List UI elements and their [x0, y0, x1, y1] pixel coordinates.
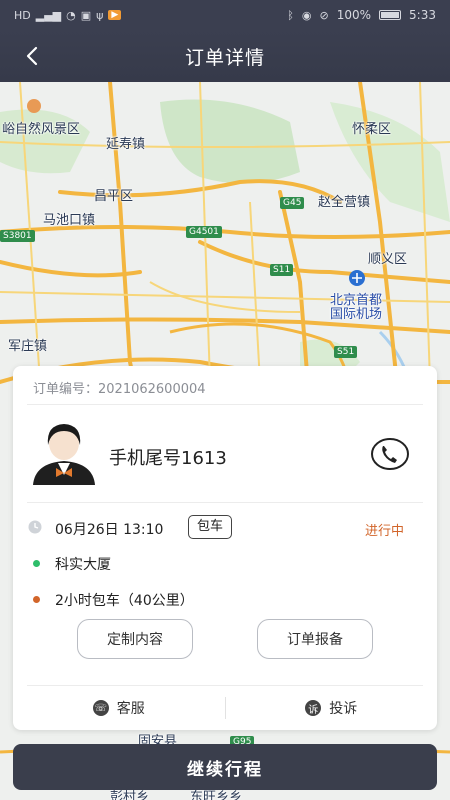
continue-trip-button[interactable]: 继续行程: [13, 744, 437, 790]
chevron-left-icon[interactable]: [18, 42, 46, 70]
order-type-tag: 包车: [188, 515, 233, 539]
map-label-2: 怀柔区: [352, 122, 392, 137]
order-number-label: 订单编号：: [33, 382, 99, 397]
divider: [27, 502, 423, 503]
order-datetime: 06月26日 13:10: [55, 522, 164, 538]
order-number: 2021062600004: [98, 382, 206, 397]
driver-phone-tail: 手机尾号1613: [109, 448, 227, 469]
custom-content-button[interactable]: 定制内容: [77, 619, 193, 659]
headset-icon: ☏: [92, 700, 109, 716]
driver-avatar: [33, 424, 95, 485]
map-label-3: 昌平区: [94, 189, 134, 204]
card-actions: ☏ 客服 诉 投诉: [13, 686, 437, 730]
phone-icon[interactable]: [369, 436, 411, 472]
battery-icon: [379, 10, 402, 20]
clock-icon: [28, 520, 42, 534]
map-label-0: 峪自然风景区: [2, 122, 81, 137]
map-label-4: 赵全营镇: [318, 195, 371, 210]
location-icon: ◉: [301, 8, 312, 22]
status-badge: 进行中: [365, 524, 405, 539]
road-shield-1: G4501: [186, 226, 222, 238]
map-label-6: 顺义区: [368, 252, 408, 267]
map-label-1: 延寿镇: [106, 137, 146, 152]
complaint-icon: 诉: [305, 700, 322, 716]
signal-icon: ▂▄▆: [35, 8, 62, 22]
pickup-location: 科实大厦: [55, 557, 111, 573]
package-info: 2小时包车（40公里）: [55, 593, 194, 609]
app-header: 订单详情: [0, 30, 450, 82]
page-title: 订单详情: [184, 46, 265, 69]
package-dot-icon: [33, 596, 40, 603]
complaint-label: 投诉: [329, 701, 358, 717]
battery-percent: 100%: [336, 8, 372, 22]
customer-service-button[interactable]: ☏ 客服: [13, 698, 225, 718]
road-shield-4: S51: [334, 346, 358, 358]
complaint-button[interactable]: 诉 投诉: [226, 698, 438, 718]
status-bar: HD ▂▄▆ ◔ ▣ ψ ▶ ᛒ ◉ ⊘ 100% 5:33: [0, 0, 450, 30]
clock-time: 5:33: [409, 8, 436, 22]
customer-service-label: 客服: [116, 701, 145, 717]
map-label-8: 国际机场: [330, 307, 383, 322]
road-shield-0: G45: [280, 197, 305, 209]
mute-icon: ⊘: [319, 8, 329, 22]
hd-icon: HD: [14, 8, 31, 22]
order-number-row: 订单编号：2021062600004: [33, 378, 206, 397]
map-label-5: 马池口镇: [43, 213, 96, 228]
app-badge-icon: ▶: [108, 10, 122, 20]
order-card: 订单编号：2021062600004 手机尾号1613 06月26日 13:10…: [13, 366, 437, 730]
bluetooth-icon: ᛒ: [287, 8, 294, 22]
wifi-icon: ◔: [66, 8, 76, 22]
order-report-button[interactable]: 订单报备: [257, 619, 373, 659]
road-shield-3: S11: [270, 264, 294, 276]
pickup-dot-icon: [33, 560, 40, 567]
map-label-9: 军庄镇: [8, 339, 48, 354]
notification-icon: ▣: [80, 8, 92, 22]
usb-icon: ψ: [96, 8, 104, 22]
divider: [27, 404, 423, 405]
road-shield-2: S3801: [0, 230, 35, 242]
